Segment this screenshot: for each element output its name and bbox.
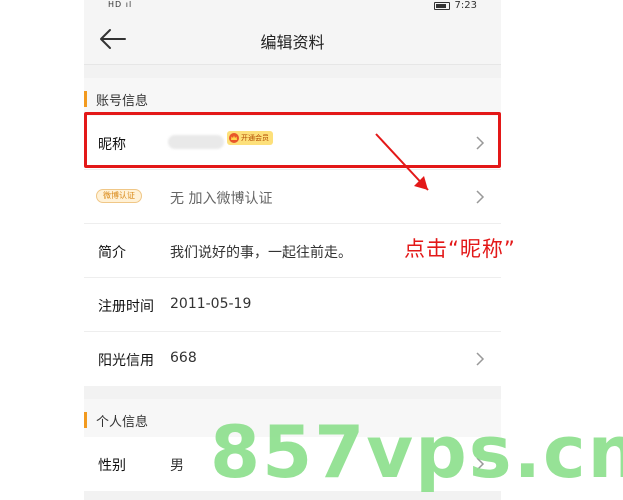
row-label: 简介 <box>98 245 126 261</box>
row-label: 昵称 <box>98 137 126 153</box>
vip-badge[interactable]: 开通会员 <box>227 131 273 145</box>
section-title: 账号信息 <box>96 94 149 109</box>
blurred-nickname <box>168 135 224 149</box>
chevron-right-icon <box>476 190 485 204</box>
page-title: 编辑资料 <box>260 33 325 52</box>
crown-icon <box>229 133 239 143</box>
vip-badge-label: 开通会员 <box>241 134 269 142</box>
row-label: 注册时间 <box>98 299 154 315</box>
row-label: 阳光信用 <box>98 353 154 369</box>
status-bar: HD ıl 7:23 <box>84 0 501 13</box>
row-value: 668 <box>170 350 197 366</box>
section-accent-bar <box>84 91 87 107</box>
chevron-right-icon <box>476 352 485 366</box>
row-value: 我们说好的事，一起往前走。 <box>170 245 352 261</box>
row-value: 无 加入微博认证 <box>170 191 273 207</box>
annotation-text: 点击“昵称” <box>404 237 516 261</box>
row-label: 性别 <box>98 458 126 474</box>
chevron-right-icon <box>476 136 485 150</box>
row-value: 男 <box>170 458 184 474</box>
status-time: 7:23 <box>454 0 477 11</box>
row-register-date: 注册时间 2011-05-19 <box>84 278 501 332</box>
battery-icon <box>433 1 450 10</box>
weibo-verify-badge: 微博认证 <box>96 189 142 203</box>
row-nickname[interactable]: 昵称 开通会员 <box>84 116 501 170</box>
section-accent-bar <box>84 412 87 428</box>
status-signal: HD ıl <box>108 0 133 9</box>
nav-bar: 编辑资料 <box>84 13 501 65</box>
section-header-account: 账号信息 <box>84 78 501 116</box>
row-weibo-verify[interactable]: 微博认证 无 加入微博认证 <box>84 170 501 224</box>
row-credit[interactable]: 阳光信用 668 <box>84 332 501 386</box>
row-value: 2011-05-19 <box>170 296 252 312</box>
section-title: 个人信息 <box>96 415 149 430</box>
watermark: 857vps.cn <box>210 410 623 494</box>
